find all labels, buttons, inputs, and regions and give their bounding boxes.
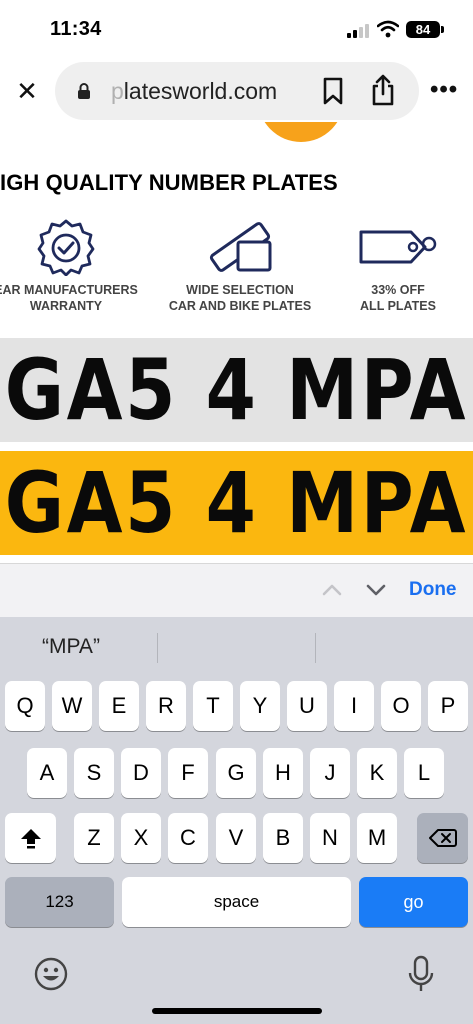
page-headline: IGH QUALITY NUMBER PLATES [0, 170, 338, 195]
key-r[interactable]: R [146, 681, 186, 731]
logo-circle [258, 122, 344, 142]
key-g[interactable]: G [216, 748, 256, 798]
key-w[interactable]: W [52, 681, 92, 731]
status-time: 11:34 [50, 18, 102, 40]
suggestion-divider [315, 633, 316, 663]
feature-discount-label: 33% OFF ALL PLATES [360, 283, 436, 313]
status-bar: 11:34 84 [0, 0, 473, 56]
key-b[interactable]: B [263, 813, 303, 863]
keyboard-accessory-bar: Done [0, 563, 473, 617]
home-indicator [152, 1008, 322, 1014]
price-tag-icon [359, 230, 437, 264]
key-n[interactable]: N [310, 813, 350, 863]
suggestion-divider [157, 633, 158, 663]
wifi-icon [377, 20, 399, 38]
key-u[interactable]: U [287, 681, 327, 731]
key-j[interactable]: J [310, 748, 350, 798]
key-f[interactable]: F [168, 748, 208, 798]
close-button[interactable]: ✕ [14, 78, 40, 104]
plates-icon [209, 222, 272, 272]
key-e[interactable]: E [99, 681, 139, 731]
lock-icon [78, 83, 90, 99]
key-c[interactable]: C [168, 813, 208, 863]
key-d[interactable]: D [121, 748, 161, 798]
numbers-key[interactable]: 123 [5, 877, 114, 927]
rear-plate-text: GA5 4 MPA [4, 454, 469, 552]
bookmark-icon[interactable] [320, 77, 346, 105]
battery-indicator: 84 [406, 21, 444, 38]
delete-key[interactable] [417, 813, 468, 863]
key-t[interactable]: T [193, 681, 233, 731]
more-options-button[interactable]: ••• [430, 76, 458, 104]
key-q[interactable]: Q [5, 681, 45, 731]
shift-key[interactable] [5, 813, 56, 863]
key-p[interactable]: P [428, 681, 468, 731]
address-bar[interactable]: platesworld.com [55, 62, 419, 120]
feature-selection-label: WIDE SELECTION CAR AND BIKE PLATES [168, 283, 312, 313]
backspace-icon [428, 829, 457, 847]
space-key[interactable]: space [122, 877, 351, 927]
emoji-icon[interactable] [34, 957, 68, 991]
key-m[interactable]: M [357, 813, 397, 863]
key-k[interactable]: K [357, 748, 397, 798]
feature-discount: 33% OFF ALL PLATES [338, 218, 458, 314]
feature-warranty-label: EAR MANUFACTURERS WARRANTY [0, 283, 138, 313]
keyboard: “MPA” Q W E R T Y U I O P A S D F G H J … [0, 617, 473, 1024]
chevron-down-icon[interactable] [365, 582, 387, 598]
key-y[interactable]: Y [240, 681, 280, 731]
done-button[interactable]: Done [409, 579, 457, 601]
chevron-up-icon[interactable] [321, 582, 343, 598]
warranty-badge-icon [37, 219, 95, 276]
key-v[interactable]: V [216, 813, 256, 863]
shift-icon [20, 829, 41, 849]
suggestion-item[interactable]: “MPA” [42, 635, 100, 659]
url-text: platesworld.com [111, 78, 278, 104]
predictive-bar: “MPA” [0, 617, 473, 679]
front-plate-preview: GA5 4 MPA [0, 338, 473, 442]
front-plate-text: GA5 4 MPA [4, 341, 469, 439]
feature-warranty: EAR MANUFACTURERS WARRANTY [0, 218, 152, 314]
microphone-icon[interactable] [408, 955, 434, 993]
rear-plate-preview: GA5 4 MPA [0, 451, 473, 555]
key-l[interactable]: L [404, 748, 444, 798]
key-a[interactable]: A [27, 748, 67, 798]
go-key[interactable]: go [359, 877, 468, 927]
key-o[interactable]: O [381, 681, 421, 731]
key-x[interactable]: X [121, 813, 161, 863]
key-s[interactable]: S [74, 748, 114, 798]
feature-selection: WIDE SELECTION CAR AND BIKE PLATES [155, 218, 325, 314]
cellular-signal-icon [347, 24, 371, 38]
key-i[interactable]: I [334, 681, 374, 731]
key-z[interactable]: Z [74, 813, 114, 863]
key-h[interactable]: H [263, 748, 303, 798]
share-icon[interactable] [369, 74, 397, 106]
